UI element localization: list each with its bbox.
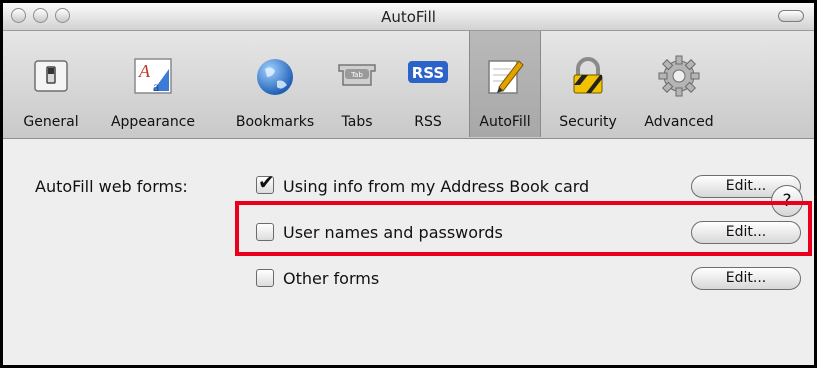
globe-icon	[257, 59, 293, 95]
tab-appearance[interactable]: A a Appearance	[103, 31, 203, 137]
tab-tabs-label: Tabs	[341, 114, 373, 130]
switch-icon	[34, 60, 68, 92]
tab-appearance-label: Appearance	[110, 114, 196, 130]
pencil-icon	[488, 60, 524, 94]
svg-text:A: A	[138, 61, 151, 81]
checkmark-icon: ✔	[258, 170, 275, 194]
tabs-icon: Tab	[338, 64, 376, 86]
tab-rss[interactable]: RSS RSS	[400, 31, 456, 137]
rss-badge-text: RSS	[412, 64, 444, 82]
tab-advanced-label: Advanced	[644, 114, 714, 130]
gear-icon	[658, 55, 700, 97]
address-book-checkbox[interactable]: ✔	[256, 171, 275, 194]
tab-advanced[interactable]: Advanced	[633, 31, 725, 137]
tab-security[interactable]: Security	[552, 31, 624, 137]
svg-text:a: a	[153, 80, 160, 95]
tab-chip-text: Tab	[350, 71, 363, 79]
font-icon: A a	[134, 58, 172, 95]
preferences-window: AutoFill General A a Appearance Bookmark…	[0, 0, 817, 368]
tab-autofill[interactable]: AutoFill	[469, 31, 541, 137]
tab-general-label: General	[23, 114, 79, 130]
annotation-highlight-box	[235, 201, 812, 256]
lock-icon	[573, 57, 603, 94]
tab-tabs[interactable]: Tab Tabs	[328, 31, 386, 137]
other-forms-option-label: Other forms	[283, 269, 380, 288]
tab-autofill-label: AutoFill	[479, 114, 531, 130]
window-title: AutoFill	[381, 8, 436, 26]
tab-general[interactable]: General	[17, 31, 85, 137]
tab-rss-label: RSS	[414, 114, 442, 130]
preferences-toolbar: General A a Appearance Bookmarks Tab Tab…	[3, 31, 814, 139]
title-bar: AutoFill	[3, 3, 814, 31]
address-book-option-label: Using info from my Address Book card	[283, 177, 590, 196]
tab-bookmarks[interactable]: Bookmarks	[225, 31, 325, 137]
autofill-web-forms-label: AutoFill web forms:	[35, 177, 188, 196]
tab-bookmarks-label: Bookmarks	[235, 114, 315, 130]
rss-icon: RSS	[408, 61, 448, 83]
tab-security-label: Security	[559, 114, 617, 130]
other-forms-checkbox[interactable]	[256, 269, 274, 287]
edit-other-forms-button[interactable]: Edit...	[691, 267, 801, 290]
toolbar-toggle-button[interactable]	[778, 10, 804, 22]
